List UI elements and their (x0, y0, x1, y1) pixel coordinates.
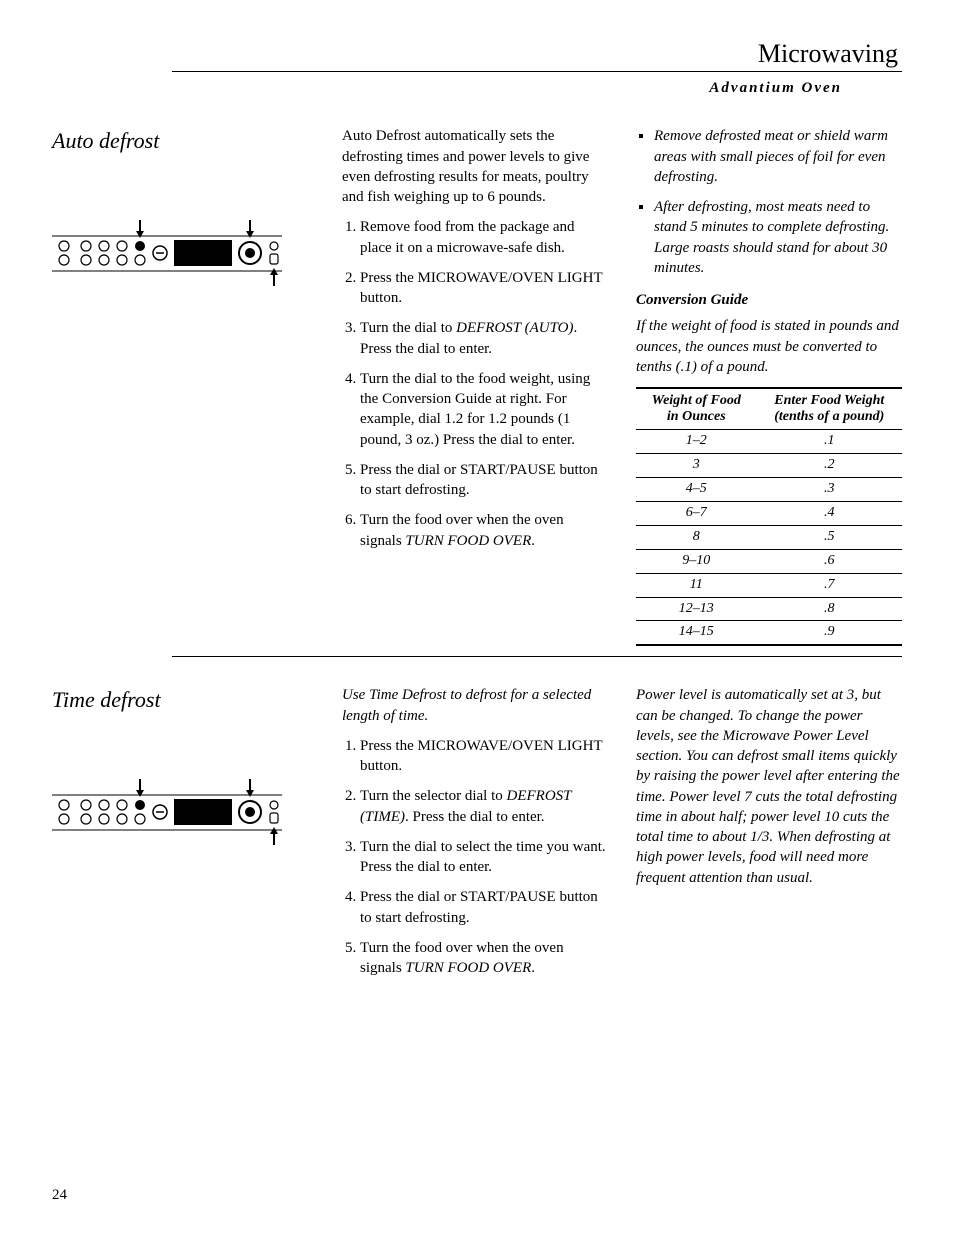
conversion-table: Weight of Foodin Ounces Enter Food Weigh… (636, 387, 902, 646)
list-item: Turn the dial to select the time you wan… (360, 837, 608, 878)
table-row: 9–10.6 (636, 549, 902, 573)
page-header: Microwaving Advantium Oven (172, 36, 902, 98)
cell-ounces: 3 (636, 454, 757, 478)
control-panel-illustration (52, 176, 282, 326)
cell-tenths: .5 (757, 525, 902, 549)
cell-ounces: 9–10 (636, 549, 757, 573)
table-header-col1: Weight of Foodin Ounces (636, 388, 757, 430)
conversion-guide-heading: Conversion Guide (636, 290, 902, 310)
page-number: 24 (52, 1185, 67, 1205)
page-title: Microwaving (172, 36, 902, 72)
cell-ounces: 12–13 (636, 597, 757, 621)
cell-ounces: 4–5 (636, 478, 757, 502)
list-item: After defrosting, most meats need to sta… (654, 197, 902, 278)
table-row: 6–7.4 (636, 501, 902, 525)
list-item: Remove food from the package and place i… (360, 217, 608, 258)
table-header-col2: Enter Food Weight(tenths of a pound) (757, 388, 902, 430)
section-heading: Time defrost (52, 685, 332, 715)
control-panel-illustration (52, 735, 282, 885)
cell-tenths: .9 (757, 621, 902, 645)
table-row: 3.2 (636, 454, 902, 478)
cell-tenths: .1 (757, 430, 902, 454)
cell-tenths: .2 (757, 454, 902, 478)
conversion-guide-intro: If the weight of food is stated in pound… (636, 316, 902, 377)
cell-tenths: .7 (757, 573, 902, 597)
list-item: Turn the food over when the oven signals… (360, 510, 608, 551)
section-heading: Auto defrost (52, 126, 332, 156)
power-level-note: Power level is automatically set at 3, b… (636, 685, 902, 888)
cell-tenths: .6 (757, 549, 902, 573)
cell-ounces: 1–2 (636, 430, 757, 454)
list-item: Press the dial or START/PAUSE button to … (360, 460, 608, 501)
cell-tenths: .4 (757, 501, 902, 525)
table-row: 1–2.1 (636, 430, 902, 454)
step-list: Press the MICROWAVE/OVEN LIGHT button. Tu… (342, 736, 608, 979)
intro-text: Auto Defrost automatically sets the defr… (342, 126, 608, 207)
page-subtitle: Advantium Oven (172, 78, 902, 98)
list-item: Press the MICROWAVE/OVEN LIGHT button. (360, 736, 608, 777)
time-defrost-section: Time defrost Use Time Defrost to defrost… (52, 685, 902, 988)
list-item: Turn the selector dial to DEFROST (TIME)… (360, 786, 608, 827)
table-row: 14–15.9 (636, 621, 902, 645)
cell-ounces: 8 (636, 525, 757, 549)
list-item: Turn the dial to the food weight, using … (360, 369, 608, 450)
cell-ounces: 14–15 (636, 621, 757, 645)
step-list: Remove food from the package and place i… (342, 217, 608, 551)
section-divider (172, 656, 902, 657)
cell-ounces: 6–7 (636, 501, 757, 525)
table-row: 8.5 (636, 525, 902, 549)
auto-defrost-section: Auto defrost Auto Defrost automatically … (52, 126, 902, 646)
intro-text: Use Time Defrost to defrost for a select… (342, 685, 608, 726)
table-row: 11.7 (636, 573, 902, 597)
cell-ounces: 11 (636, 573, 757, 597)
list-item: Turn the food over when the oven signals… (360, 938, 608, 979)
tip-list: Remove defrosted meat or shield warm are… (636, 126, 902, 278)
table-row: 12–13.8 (636, 597, 902, 621)
cell-tenths: .3 (757, 478, 902, 502)
cell-tenths: .8 (757, 597, 902, 621)
list-item: Press the dial or START/PAUSE button to … (360, 887, 608, 928)
list-item: Press the MICROWAVE/OVEN LIGHT button. (360, 268, 608, 309)
list-item: Remove defrosted meat or shield warm are… (654, 126, 902, 187)
list-item: Turn the dial to DEFROST (AUTO). Press t… (360, 318, 608, 359)
table-row: 4–5.3 (636, 478, 902, 502)
